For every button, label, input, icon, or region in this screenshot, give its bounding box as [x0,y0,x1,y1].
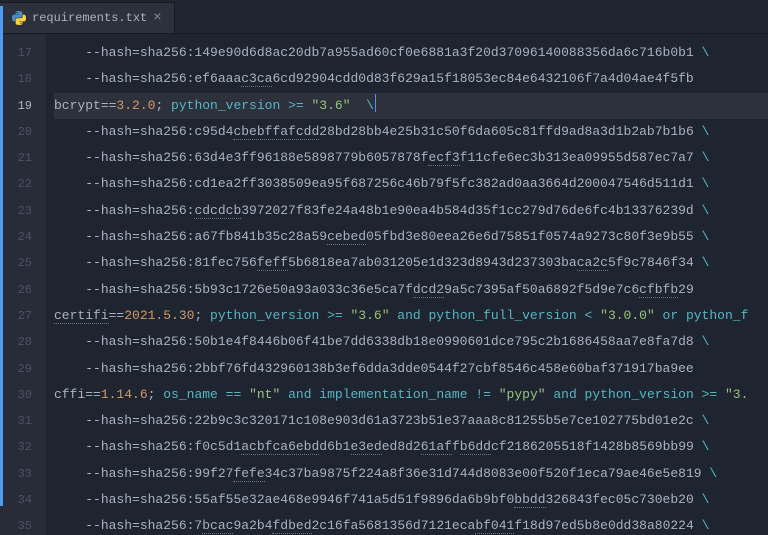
code-line: --hash=sha256:149e90d6d8ac20db7a955ad60c… [54,40,768,66]
code-line: --hash=sha256:5b93c1726e50a93a033c36e5ca… [54,277,768,303]
line-number: 27 [0,303,46,329]
line-number: 23 [0,198,46,224]
code-line: --hash=sha256:2bbf76fd432960138b3ef6dda3… [54,356,768,382]
code-area[interactable]: --hash=sha256:149e90d6d8ac20db7a955ad60c… [46,34,768,535]
active-line-marker [0,34,3,506]
code-line: --hash=sha256:a67fb841b35c28a59cebed05fb… [54,224,768,250]
code-line: --hash=sha256:c95d4cbebffafcdd28bd28bb4e… [54,119,768,145]
code-line: --hash=sha256:81fec756feff5b6818ea7ab031… [54,250,768,276]
tab-requirements[interactable]: requirements.txt × [0,2,175,33]
code-line: --hash=sha256:ef6aaac3ca6cd92904cdd0d83f… [54,66,768,92]
code-line: --hash=sha256:63d4e3ff96188e5898779b6057… [54,145,768,171]
code-line: --hash=sha256:cd1ea2ff3038509ea95f687256… [54,171,768,197]
code-line: --hash=sha256:cdcdcb3972027f83fe24a48b1e… [54,198,768,224]
python-icon [12,11,26,25]
text-cursor [375,94,376,112]
line-number: 22 [0,171,46,197]
tab-filename: requirements.txt [32,11,147,25]
line-number: 17 [0,40,46,66]
code-line: cffi==1.14.6; os_name == "nt" and implem… [54,382,768,408]
line-number: 29 [0,356,46,382]
line-number: 34 [0,487,46,513]
line-number: 24 [0,224,46,250]
code-line: bcrypt==3.2.0; python_version >= "3.6" \ [54,93,768,119]
code-line: --hash=sha256:f0c5d1acbfca6ebdd6b1e3eded… [54,434,768,460]
code-line: --hash=sha256:7bcac9a2b4fdbed2c16fa56813… [54,513,768,535]
line-number: 28 [0,329,46,355]
line-number: 19 [0,93,46,119]
line-number: 31 [0,408,46,434]
code-line: --hash=sha256:99f27fefe34c37ba9875f224a8… [54,461,768,487]
code-line: --hash=sha256:50b1e4f8446b06f41be7dd6338… [54,329,768,355]
line-number-gutter: 17181920212223242526272829303132333435 [0,34,46,535]
tab-bar: requirements.txt × [0,0,768,34]
code-line: --hash=sha256:22b9c3c320171c108e903d61a3… [54,408,768,434]
line-number: 20 [0,119,46,145]
line-number: 35 [0,513,46,535]
line-number: 26 [0,277,46,303]
line-number: 25 [0,250,46,276]
line-number: 18 [0,66,46,92]
line-number: 32 [0,434,46,460]
line-number: 30 [0,382,46,408]
line-number: 33 [0,461,46,487]
line-number: 21 [0,145,46,171]
close-icon[interactable]: × [153,11,161,25]
code-line: --hash=sha256:55af55e32ae468e9946f741a5d… [54,487,768,513]
code-line: certifi==2021.5.30; python_version >= "3… [54,303,768,329]
code-editor[interactable]: 17181920212223242526272829303132333435 -… [0,34,768,535]
